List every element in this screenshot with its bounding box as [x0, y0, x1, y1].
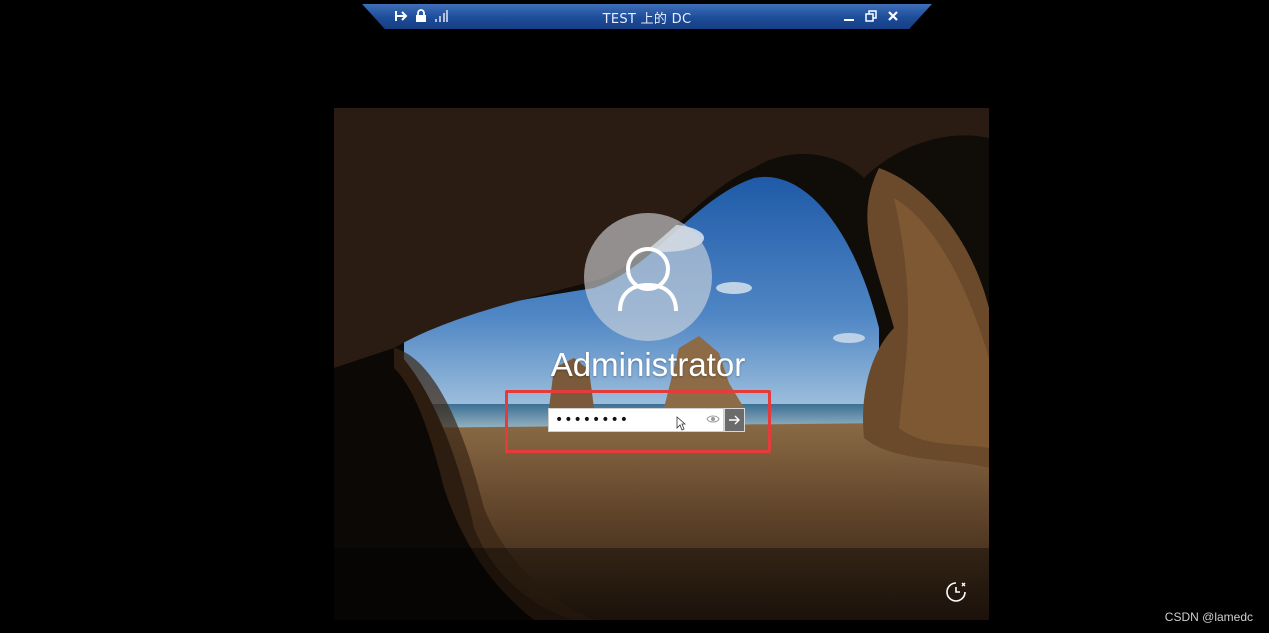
watermark: CSDN @lamedc: [1164, 610, 1253, 624]
close-icon[interactable]: [884, 7, 902, 25]
rdp-connection-bar: TEST 上的 DC: [362, 4, 932, 29]
mouse-cursor-icon: [676, 416, 686, 431]
ease-of-access-icon[interactable]: [944, 580, 968, 604]
minimize-icon[interactable]: [840, 7, 858, 25]
restore-icon[interactable]: [862, 7, 880, 25]
annotation-highlight-box: [505, 390, 771, 453]
username-label: Administrator: [550, 346, 746, 383]
user-icon: [618, 247, 678, 312]
user-avatar: [584, 213, 712, 341]
